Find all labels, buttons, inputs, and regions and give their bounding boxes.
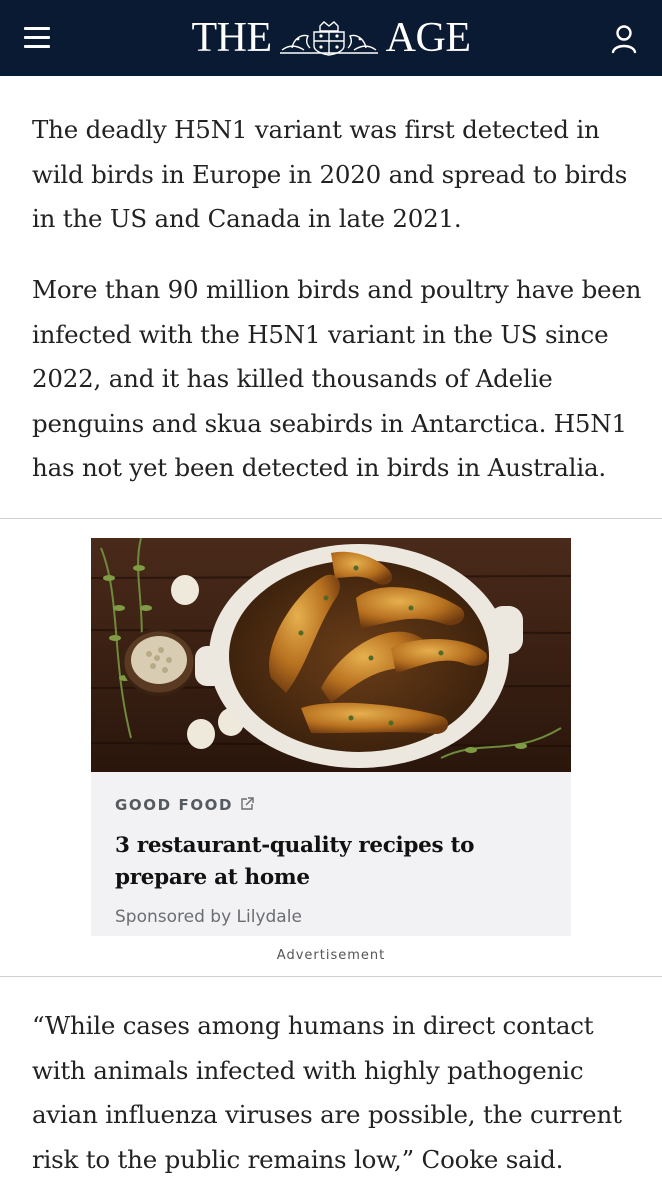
ad-brand-label: GOOD FOOD	[115, 796, 255, 814]
article-paragraph: More than 90 million birds and poultry h…	[32, 275, 642, 482]
site-logo[interactable]: THE AGE	[0, 14, 662, 62]
divider	[0, 976, 662, 977]
ad-brand-text: GOOD FOOD	[115, 796, 234, 814]
article-paragraph: “While cases among humans in direct cont…	[32, 1011, 622, 1174]
logo-text-the: THE	[191, 15, 273, 61]
coat-of-arms-icon	[279, 21, 378, 57]
logo-text-age: AGE	[385, 15, 471, 61]
ad-image-roast-chicken-drumsticks	[91, 538, 571, 772]
divider	[0, 518, 662, 519]
article-paragraph: The deadly H5N1 variant was first detect…	[32, 115, 628, 233]
top-navigation-bar: THE AGE	[0, 0, 662, 76]
sponsored-ad-card[interactable]: GOOD FOOD 3 restaurant-quality recipes t…	[91, 538, 571, 936]
external-link-icon	[241, 797, 254, 810]
ad-sponsor-text: Sponsored by Lilydale	[115, 907, 302, 927]
user-account-icon[interactable]	[610, 24, 638, 54]
ad-headline-link[interactable]: 3 restaurant-quality recipes to prepare …	[115, 830, 555, 894]
advertisement-label: Advertisement	[276, 948, 386, 963]
